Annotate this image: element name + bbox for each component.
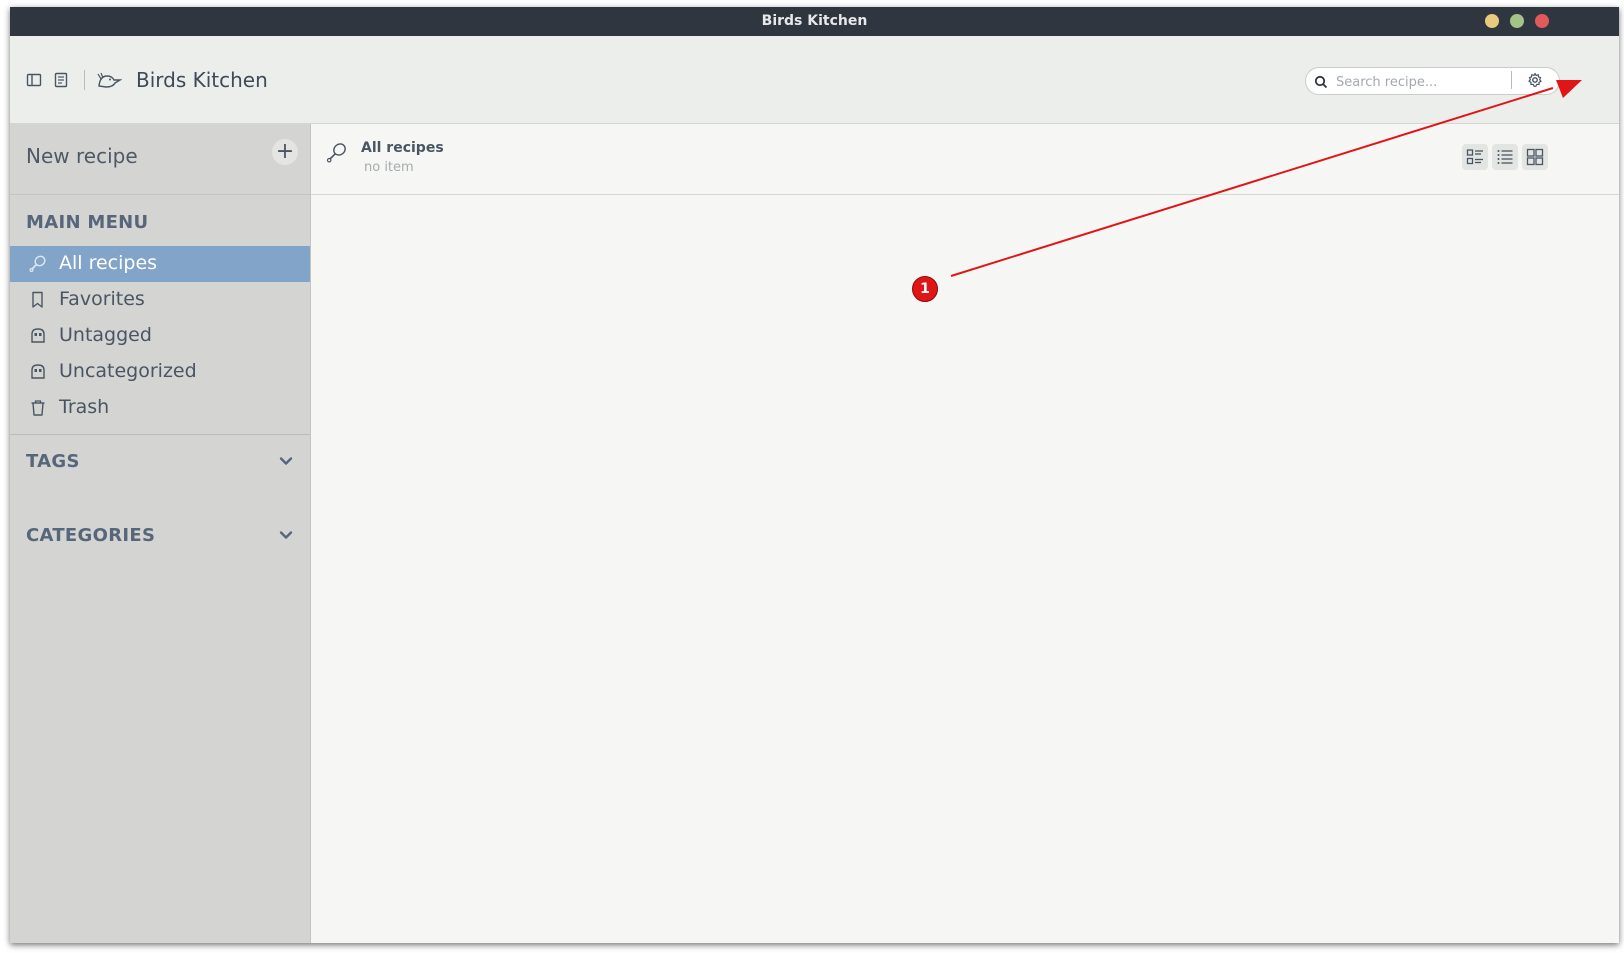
content-header: All recipes no item: [311, 124, 1619, 195]
drumstick-icon: [28, 254, 48, 274]
tag-icon: [28, 326, 48, 346]
content-title: All recipes: [361, 140, 444, 156]
sidebar-item-label: Uncategorized: [59, 360, 197, 382]
grid-view-icon: [1526, 148, 1544, 170]
new-recipe-bar[interactable]: New recipe +: [10, 124, 310, 195]
main-menu-title: MAIN MENU: [26, 212, 149, 233]
close-button[interactable]: [1535, 14, 1549, 28]
window-title: Birds Kitchen: [761, 13, 868, 29]
list-view-button[interactable]: [1492, 144, 1518, 170]
sidebar-item-uncategorized[interactable]: Uncategorized: [10, 354, 310, 390]
sidebar-item-untagged[interactable]: Untagged: [10, 318, 310, 354]
recipe-list-area: [311, 195, 1619, 943]
header-bar: Birds Kitchen: [10, 36, 1619, 124]
sidebar-item-label: All recipes: [59, 252, 158, 274]
trash-icon: [28, 398, 48, 418]
sidebar-item-all-recipes[interactable]: All recipes: [10, 246, 310, 282]
search-icon: [1314, 74, 1328, 93]
sidebar-item-favorites[interactable]: Favorites: [10, 282, 310, 318]
categories-chevron-down-icon[interactable]: [278, 527, 294, 543]
bookmark-icon: [28, 290, 48, 310]
app-title: Birds Kitchen: [136, 68, 268, 92]
app-window: Birds Kitchen Birds Kitchen Search recip…: [10, 7, 1619, 943]
list-view-icon: [1496, 148, 1514, 170]
header-separator: [84, 70, 85, 90]
categories-section-title[interactable]: CATEGORIES: [26, 525, 155, 546]
search-input[interactable]: [1334, 71, 1548, 93]
add-recipe-button[interactable]: +: [272, 139, 298, 165]
sidebar-item-trash[interactable]: Trash: [10, 390, 310, 426]
annotation-badge: 1: [912, 276, 938, 302]
new-recipe-label: New recipe: [26, 144, 138, 168]
sidebar-divider: [10, 434, 310, 435]
sidebar-toggle-icon[interactable]: [26, 72, 42, 92]
item-count: no item: [364, 160, 414, 175]
header-separator-right: [1511, 71, 1512, 89]
bird-logo-icon: [96, 71, 123, 93]
minimize-button[interactable]: [1485, 14, 1499, 28]
title-bar[interactable]: Birds Kitchen: [10, 7, 1619, 36]
sidebar-item-label: Trash: [59, 396, 110, 418]
sidebar-item-label: Favorites: [59, 288, 145, 310]
settings-gear-icon[interactable]: [1527, 72, 1543, 92]
sidebar: New recipe + MAIN MENU All recipes Favor…: [10, 124, 311, 943]
recipe-list-toggle-icon[interactable]: [53, 72, 69, 92]
drumstick-icon: [325, 141, 349, 169]
category-icon: [28, 362, 48, 382]
tags-chevron-down-icon[interactable]: [278, 453, 294, 469]
search-box[interactable]: [1305, 67, 1560, 95]
maximize-button[interactable]: [1510, 14, 1524, 28]
sidebar-item-label: Untagged: [59, 324, 152, 346]
list-detail-view-icon: [1466, 148, 1484, 170]
tags-section-title[interactable]: TAGS: [26, 451, 80, 472]
grid-view-button[interactable]: [1522, 144, 1548, 170]
list-detail-view-button[interactable]: [1462, 144, 1488, 170]
